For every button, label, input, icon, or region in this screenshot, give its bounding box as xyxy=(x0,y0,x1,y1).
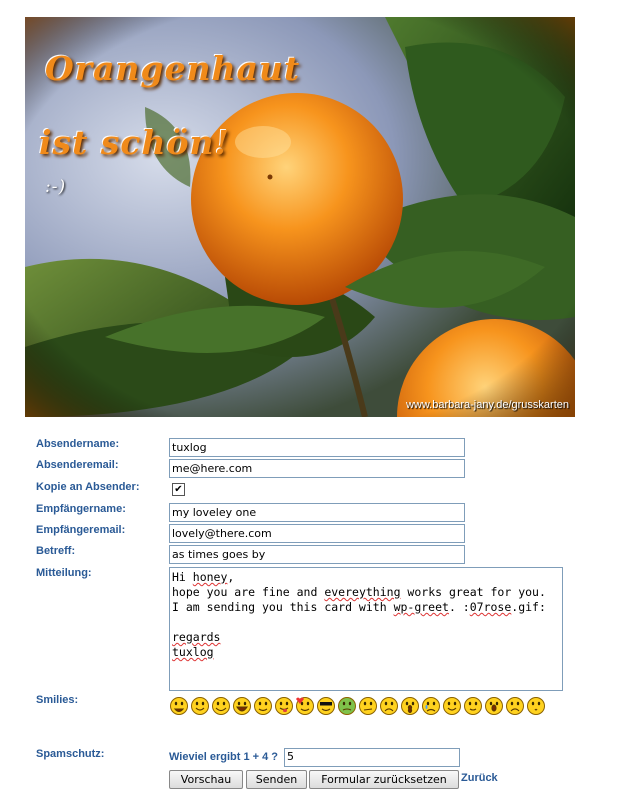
tongue-icon[interactable] xyxy=(274,696,294,716)
back-link[interactable]: Zurück xyxy=(461,772,498,784)
love-icon[interactable] xyxy=(295,696,315,716)
copy-to-sender-label: Kopie an Absender: xyxy=(36,481,140,493)
message-line xyxy=(172,615,560,630)
angry-icon[interactable] xyxy=(379,696,399,716)
message-line: tuxlog xyxy=(172,645,214,659)
spam-question: Wieviel ergibt 1 + 4 ? xyxy=(169,751,279,763)
recipient-email-input[interactable]: lovely@there.com xyxy=(169,524,465,543)
sender-name-input[interactable]: tuxlog xyxy=(169,438,465,457)
smile-icon[interactable] xyxy=(190,696,210,716)
sick-icon[interactable] xyxy=(337,696,357,716)
crying-icon[interactable] xyxy=(421,696,441,716)
preview-button[interactable]: Vorschau xyxy=(169,770,243,789)
message-line: Hi honey, xyxy=(172,570,235,584)
smilies-picker xyxy=(169,696,559,720)
copy-to-sender-checkbox[interactable]: ✔ xyxy=(172,483,185,496)
shocked-icon[interactable] xyxy=(484,696,504,716)
recipient-name-input[interactable]: my loveley one xyxy=(169,503,465,522)
wink-icon[interactable] xyxy=(253,696,273,716)
smilies-label: Smilies: xyxy=(36,694,79,706)
greeting-card-image: Orangenhaut ist schön! :-) www.barbara-j… xyxy=(25,17,575,417)
happy-icon[interactable] xyxy=(211,696,231,716)
recipient-email-label: Empfängeremail: xyxy=(36,524,126,536)
shy-icon[interactable] xyxy=(463,696,483,716)
message-line: I am sending you this card with wp-greet… xyxy=(172,600,546,614)
card-watermark: www.barbara-jany.de/grusskarten xyxy=(405,399,569,411)
sad-icon[interactable] xyxy=(505,696,525,716)
sender-email-input[interactable]: me@here.com xyxy=(169,459,465,478)
message-label: Mitteilung: xyxy=(36,567,92,579)
message-textarea[interactable]: Hi honey, hope you are fine and evereyth… xyxy=(169,567,563,691)
grin-icon[interactable] xyxy=(169,696,189,716)
card-title-line-2: ist schön! xyxy=(39,123,231,162)
laugh-icon[interactable] xyxy=(232,696,252,716)
card-title-line-3: :-) xyxy=(45,177,67,197)
send-button[interactable]: Senden xyxy=(246,770,307,789)
subject-label: Betreff: xyxy=(36,545,76,557)
kiss-icon[interactable] xyxy=(526,696,546,716)
message-line: hope you are fine and evereything works … xyxy=(172,585,546,599)
subject-input[interactable]: as times goes by xyxy=(169,545,465,564)
card-title-line-1: Orangenhaut xyxy=(45,49,301,88)
wave-icon[interactable] xyxy=(442,696,462,716)
surprised-icon[interactable] xyxy=(400,696,420,716)
sender-name-label: Absendername: xyxy=(36,438,120,450)
reset-form-button[interactable]: Formular zurücksetzen xyxy=(309,770,459,789)
recipient-name-label: Empfängername: xyxy=(36,503,126,515)
message-line: regards xyxy=(172,630,221,644)
sender-email-label: Absenderemail: xyxy=(36,459,119,471)
confused-icon[interactable] xyxy=(358,696,378,716)
spam-protection-label: Spamschutz: xyxy=(36,748,105,760)
spam-answer-input[interactable]: 5 xyxy=(284,748,460,767)
cool-icon[interactable] xyxy=(316,696,336,716)
